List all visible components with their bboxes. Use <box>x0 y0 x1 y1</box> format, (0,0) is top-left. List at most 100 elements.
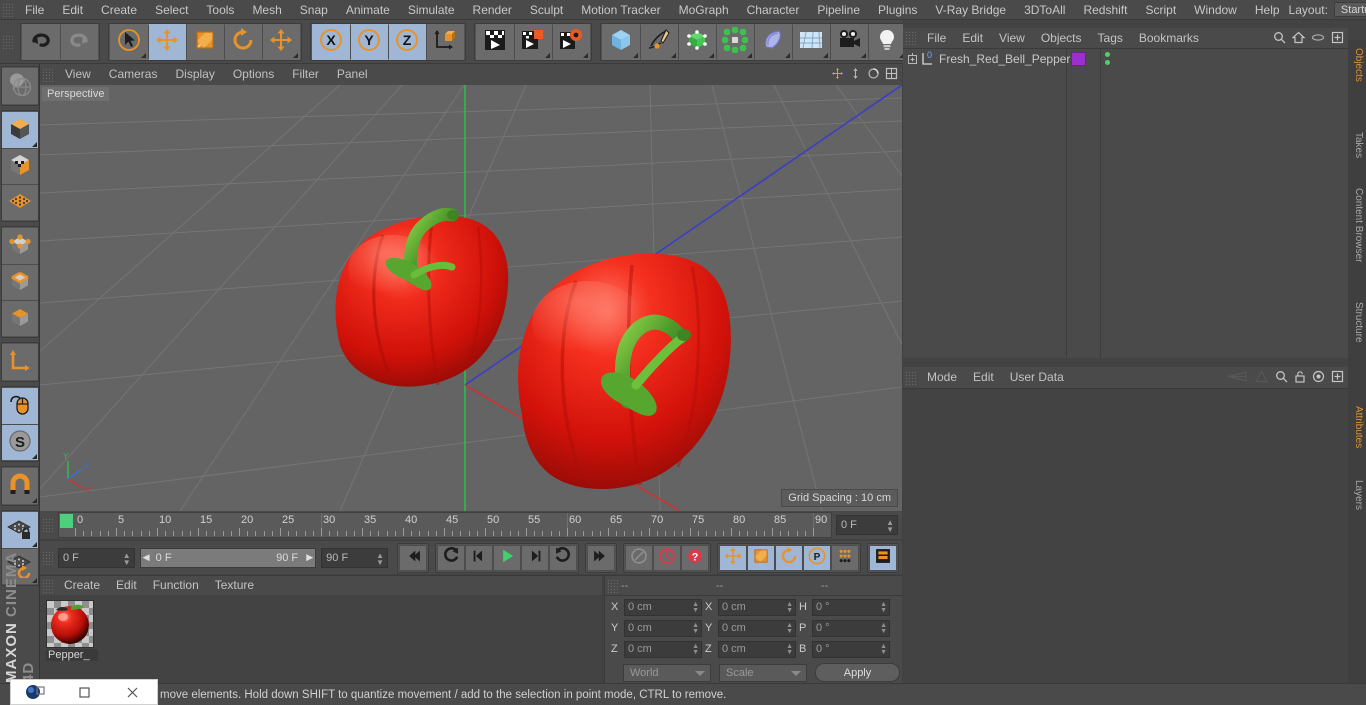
vertical-tab-objects[interactable]: Objects <box>1348 42 1366 88</box>
menu-item-motion-tracker[interactable]: Motion Tracker <box>572 0 669 20</box>
timeline-playhead[interactable] <box>60 514 73 528</box>
cube-primitive-button[interactable] <box>602 23 640 60</box>
spinner-icon[interactable]: ▲ ▼ <box>880 601 887 614</box>
camera-button[interactable] <box>830 23 868 60</box>
timeline-ruler[interactable]: 0 5 10 15 20 25 30 35 40 45 50 55 60 65 70 75 80 85 90 <box>58 512 832 538</box>
menu-item-animate[interactable]: Animate <box>337 0 399 20</box>
menu-item-options[interactable]: Options <box>224 64 283 85</box>
x-axis-button[interactable]: X <box>312 23 350 60</box>
spinner-icon[interactable]: ▲ ▼ <box>880 643 887 656</box>
object-tree[interactable]: 0 Fresh_Red_Bell_Pepper <box>903 48 1348 358</box>
snap-magnet-button[interactable] <box>1 468 38 504</box>
menu-item-render[interactable]: Render <box>464 0 521 20</box>
menu-item-plugins[interactable]: Plugins <box>869 0 926 20</box>
menu-item-bookmarks[interactable]: Bookmarks <box>1131 28 1207 48</box>
go-to-start-button[interactable] <box>399 544 427 571</box>
spinner-icon[interactable]: ▲ ▼ <box>376 551 384 566</box>
pan-view-icon[interactable] <box>831 67 844 83</box>
light-button[interactable] <box>868 23 906 60</box>
toolbar-grip[interactable] <box>2 34 13 49</box>
workplane-mode-button[interactable] <box>1 184 38 220</box>
current-frame-field[interactable]: 0 F ▲ ▼ <box>58 547 135 568</box>
size-y-input[interactable]: 0 cm ▲ ▼ <box>718 619 796 637</box>
menu-item-edit[interactable]: Edit <box>965 367 1002 388</box>
soft-selection-button[interactable]: S <box>1 424 38 460</box>
attribute-grip[interactable] <box>905 370 916 385</box>
menu-item-file[interactable]: File <box>919 28 954 48</box>
previous-key-button[interactable] <box>437 544 465 571</box>
menu-item-texture[interactable]: Texture <box>207 576 262 595</box>
menu-item-function[interactable]: Function <box>145 576 207 595</box>
timeline-frame-field[interactable]: 0 F ▲ ▼ <box>836 515 898 535</box>
spinner-icon[interactable]: ▲ ▼ <box>786 601 793 614</box>
preview-range-slider[interactable]: ◀ 0 F 90 F ▶ <box>139 547 317 568</box>
maximize-icon[interactable] <box>1331 31 1344 47</box>
move-axis-button[interactable] <box>262 23 300 60</box>
record-pla-button[interactable] <box>831 544 859 571</box>
z-axis-button[interactable]: Z <box>388 23 426 60</box>
menu-item-edit[interactable]: Edit <box>108 576 145 595</box>
next-object-icon[interactable] <box>1254 370 1269 386</box>
menu-item-create[interactable]: Create <box>56 576 108 595</box>
prev-object-icon[interactable] <box>1226 370 1248 386</box>
record-scale-button[interactable] <box>747 544 775 571</box>
transform-mode-dropdown[interactable]: Scale <box>719 663 807 682</box>
mograph-cloner-button[interactable] <box>716 23 754 60</box>
undo-view-globe-button[interactable] <box>1 68 38 104</box>
search-icon[interactable] <box>1275 370 1288 386</box>
play-button[interactable] <box>493 544 521 571</box>
lock-icon[interactable] <box>1294 370 1306 386</box>
pos-y-input[interactable]: 0 cm ▲ ▼ <box>624 619 702 637</box>
step-forward-button[interactable] <box>521 544 549 571</box>
size-x-input[interactable]: 0 cm ▲ ▼ <box>718 598 796 616</box>
menu-item-sculpt[interactable]: Sculpt <box>521 0 572 20</box>
close-icon[interactable] <box>108 680 157 704</box>
spinner-icon[interactable]: ▲ ▼ <box>786 622 793 635</box>
floor-environment-button[interactable] <box>792 23 830 60</box>
edge-mode-button[interactable] <box>1 264 38 300</box>
material-list[interactable]: Pepper_ <box>40 595 602 683</box>
polygon-mode-button[interactable] <box>1 300 38 336</box>
pos-x-input[interactable]: 0 cm ▲ ▼ <box>624 598 702 616</box>
layout-dropdown[interactable]: Startup <box>1333 2 1366 17</box>
rot-b-input[interactable]: 0 ° ▲ ▼ <box>812 640 890 658</box>
record-rotation-button[interactable] <box>775 544 803 571</box>
go-to-end-button[interactable] <box>587 544 615 571</box>
spinner-icon[interactable]: ▲ ▼ <box>692 643 699 656</box>
redo-button[interactable] <box>60 23 98 60</box>
menu-item-mesh[interactable]: Mesh <box>243 0 290 20</box>
record-parameter-button[interactable]: P <box>803 544 831 571</box>
move-tool-button[interactable] <box>148 23 186 60</box>
menu-item-view[interactable]: View <box>991 28 1033 48</box>
material-thumbnail[interactable] <box>46 600 94 648</box>
menu-item-user-data[interactable]: User Data <box>1002 367 1072 388</box>
size-z-input[interactable]: 0 cm ▲ ▼ <box>718 640 796 658</box>
home-icon[interactable] <box>1291 31 1306 47</box>
scale-tool-button[interactable] <box>186 23 224 60</box>
autokeying-button[interactable] <box>653 544 681 571</box>
maximize-view-icon[interactable] <box>885 67 898 83</box>
attribute-content[interactable] <box>903 388 1348 687</box>
y-axis-button[interactable]: Y <box>350 23 388 60</box>
timeline-toggle-button[interactable] <box>869 544 897 571</box>
pos-z-input[interactable]: 0 cm ▲ ▼ <box>624 640 702 658</box>
zoom-view-icon[interactable] <box>849 67 862 83</box>
vertical-tab-content-browser[interactable]: Content Browser <box>1348 182 1366 268</box>
render-settings-button[interactable] <box>552 23 590 60</box>
spinner-icon[interactable]: ▲ ▼ <box>880 622 887 635</box>
undo-button[interactable] <box>22 23 60 60</box>
record-active-objects-button[interactable] <box>625 544 653 571</box>
object-grip[interactable] <box>905 31 916 45</box>
record-position-button[interactable] <box>719 544 747 571</box>
menu-item-help[interactable]: Help <box>1246 0 1289 20</box>
vertical-tab-layers[interactable]: Layers <box>1348 474 1366 516</box>
render-region-button[interactable] <box>514 23 552 60</box>
texture-mode-button[interactable] <box>1 148 38 184</box>
menu-item-character[interactable]: Character <box>738 0 809 20</box>
rotate-tool-button[interactable] <box>224 23 262 60</box>
menu-item-pipeline[interactable]: Pipeline <box>808 0 869 20</box>
step-back-button[interactable] <box>465 544 493 571</box>
menu-item-create[interactable]: Create <box>92 0 146 20</box>
minimize-icon[interactable] <box>60 680 109 704</box>
spline-pen-button[interactable] <box>640 23 678 60</box>
